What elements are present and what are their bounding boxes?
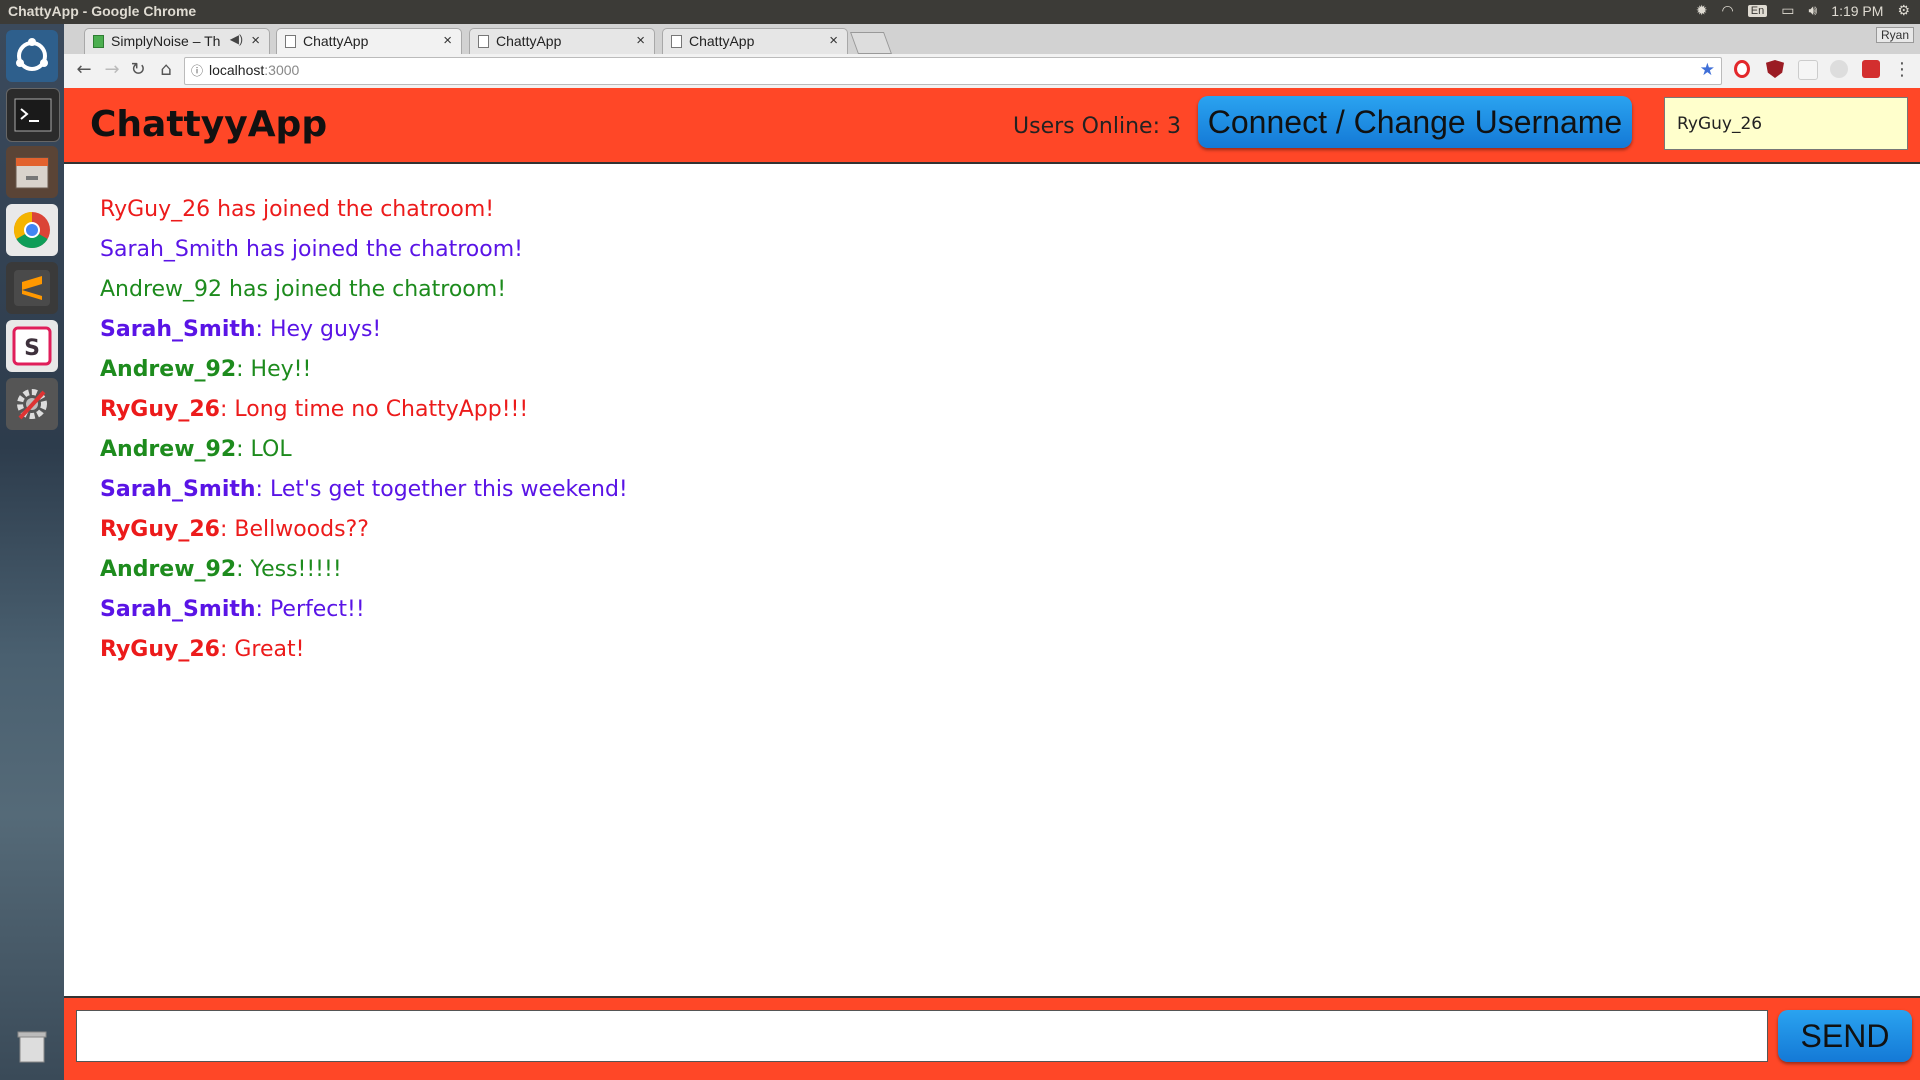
- close-icon[interactable]: ×: [636, 32, 645, 49]
- navbar: ChattyyApp Users Online: 3 Connect / Cha…: [64, 88, 1920, 164]
- info-icon[interactable]: ⓘ: [191, 62, 203, 79]
- tab-label: ChattyApp: [689, 33, 755, 49]
- speaker-favicon-icon: [93, 35, 104, 48]
- brand-title[interactable]: ChattyyApp: [90, 104, 327, 145]
- chat-message: Sarah_Smith: Perfect!!: [100, 590, 1880, 630]
- system-tray: ✹ ◠ En ▭ 🔊︎ 1:19 PM ⚙: [1696, 2, 1910, 19]
- close-icon[interactable]: ×: [251, 32, 260, 49]
- clock[interactable]: 1:19 PM: [1831, 3, 1883, 19]
- wifi-icon[interactable]: ◠: [1722, 2, 1734, 19]
- message-text: : Let's get together this weekend!: [255, 477, 628, 502]
- browser-window: SimplyNoise – Th ◀︎) × ChattyApp × Chatt…: [64, 24, 1920, 1080]
- chat-message: Andrew_92: LOL: [100, 430, 1880, 470]
- forward-arrow-icon[interactable]: →: [100, 59, 124, 80]
- extension-circle-icon[interactable]: [1830, 60, 1848, 78]
- chat-message: Andrew_92: Hey!!: [100, 350, 1880, 390]
- chatty-app: ChattyyApp Users Online: 3 Connect / Cha…: [64, 88, 1920, 1080]
- unity-launcher: S: [0, 24, 64, 1080]
- chat-message: RyGuy_26: Long time no ChattyApp!!!: [100, 390, 1880, 430]
- page-favicon-icon: [478, 35, 489, 48]
- ubuntu-dash-icon[interactable]: [6, 30, 58, 82]
- reload-icon[interactable]: ↻: [126, 59, 150, 80]
- message-text: : Great!: [219, 637, 305, 662]
- battery-icon[interactable]: ▭: [1781, 2, 1794, 19]
- system-notification: Andrew_92 has joined the chatroom!: [100, 270, 1880, 310]
- message-username: RyGuy_26: [100, 637, 220, 662]
- tab-label: SimplyNoise – Th: [111, 33, 221, 49]
- message-text: : Hey!!: [236, 357, 312, 382]
- volume-icon[interactable]: 🔊︎: [1808, 2, 1817, 19]
- notification-text: Sarah_Smith has joined the chatroom!: [100, 237, 523, 262]
- system-notification: Sarah_Smith has joined the chatroom!: [100, 230, 1880, 270]
- file-manager-icon[interactable]: [6, 146, 58, 198]
- notification-text: Andrew_92 has joined the chatroom!: [100, 277, 507, 302]
- system-settings-icon[interactable]: [6, 378, 58, 430]
- system-top-panel: ChattyApp - Google Chrome ✹ ◠ En ▭ 🔊︎ 1:…: [0, 0, 1920, 24]
- extension-red-icon[interactable]: [1862, 60, 1880, 78]
- message-text: : Bellwoods??: [219, 517, 369, 542]
- chat-message: Andrew_92: Yess!!!!!: [100, 550, 1880, 590]
- notification-text: RyGuy_26 has joined the chatroom!: [100, 197, 495, 222]
- message-username: Sarah_Smith: [100, 597, 256, 622]
- message-text: : Long time no ChattyApp!!!: [219, 397, 529, 422]
- message-list: RyGuy_26 has joined the chatroom! Sarah_S…: [100, 190, 1880, 670]
- message-username: Sarah_Smith: [100, 317, 256, 342]
- address-bar[interactable]: ⓘ localhost:3000 ★: [184, 57, 1722, 85]
- message-username: Andrew_92: [100, 437, 237, 462]
- close-icon[interactable]: ×: [443, 32, 452, 49]
- audio-playing-icon[interactable]: ◀︎): [230, 32, 243, 46]
- menu-kebab-icon[interactable]: ⋮: [1890, 59, 1914, 80]
- keyboard-layout-indicator[interactable]: En: [1747, 4, 1768, 17]
- message-input[interactable]: [76, 1010, 1768, 1062]
- tab-chattyapp-3[interactable]: ChattyApp ×: [662, 28, 848, 54]
- tab-label: ChattyApp: [303, 33, 369, 49]
- ublock-shield-icon[interactable]: [1766, 60, 1784, 78]
- url-text[interactable]: localhost:3000: [209, 62, 299, 78]
- message-username: Andrew_92: [100, 557, 237, 582]
- connect-change-username-button[interactable]: Connect / Change Username: [1198, 96, 1632, 148]
- bookmark-star-icon[interactable]: ★: [1700, 60, 1715, 80]
- page-favicon-icon: [285, 35, 296, 48]
- chat-message: RyGuy_26: Great!: [100, 630, 1880, 670]
- message-username: RyGuy_26: [100, 397, 220, 422]
- users-online-count: Users Online: 3: [1013, 114, 1181, 139]
- tab-label: ChattyApp: [496, 33, 562, 49]
- power-gear-icon[interactable]: ⚙: [1897, 2, 1910, 19]
- message-text: : Yess!!!!!: [236, 557, 342, 582]
- terminal-icon[interactable]: [6, 88, 60, 142]
- chat-message: Sarah_Smith: Let's get together this wee…: [100, 470, 1880, 510]
- compose-bar: SEND: [64, 996, 1920, 1080]
- extension-blank-icon[interactable]: [1798, 60, 1818, 80]
- tab-chattyapp-2[interactable]: ChattyApp ×: [469, 28, 655, 54]
- message-username: Andrew_92: [100, 357, 237, 382]
- page-favicon-icon: [671, 35, 682, 48]
- message-text: : Perfect!!: [255, 597, 365, 622]
- sublime-text-icon[interactable]: [6, 262, 58, 314]
- chrome-icon[interactable]: [6, 204, 58, 256]
- settings-gear-icon[interactable]: ✹: [1696, 2, 1708, 19]
- message-text: : LOL: [236, 437, 292, 462]
- message-username: RyGuy_26: [100, 517, 220, 542]
- tab-chattyapp-1[interactable]: ChattyApp ×: [276, 28, 462, 54]
- profile-button[interactable]: Ryan: [1875, 27, 1914, 43]
- chat-message: RyGuy_26: Bellwoods??: [100, 510, 1880, 550]
- trash-icon[interactable]: [6, 1020, 58, 1072]
- opera-extension-icon[interactable]: [1734, 60, 1750, 78]
- back-arrow-icon[interactable]: ←: [72, 59, 96, 80]
- message-username: Sarah_Smith: [100, 477, 256, 502]
- window-title: ChattyApp - Google Chrome: [8, 3, 197, 19]
- home-icon[interactable]: ⌂: [154, 59, 178, 80]
- system-notification: RyGuy_26 has joined the chatroom!: [100, 190, 1880, 230]
- message-text: : Hey guys!: [255, 317, 382, 342]
- browser-toolbar: ← → ↻ ⌂ ⓘ localhost:3000 ★ ⋮: [64, 54, 1920, 89]
- new-tab-button[interactable]: [849, 32, 893, 54]
- svg-text:S: S: [24, 336, 40, 361]
- tab-strip: SimplyNoise – Th ◀︎) × ChattyApp × Chatt…: [64, 24, 1920, 54]
- slack-icon[interactable]: S: [6, 320, 58, 372]
- send-button[interactable]: SEND: [1778, 1010, 1912, 1062]
- close-icon[interactable]: ×: [829, 32, 838, 49]
- username-input[interactable]: [1664, 97, 1908, 150]
- chat-message: Sarah_Smith: Hey guys!: [100, 310, 1880, 350]
- tab-simplynoise[interactable]: SimplyNoise – Th ◀︎) ×: [84, 28, 270, 54]
